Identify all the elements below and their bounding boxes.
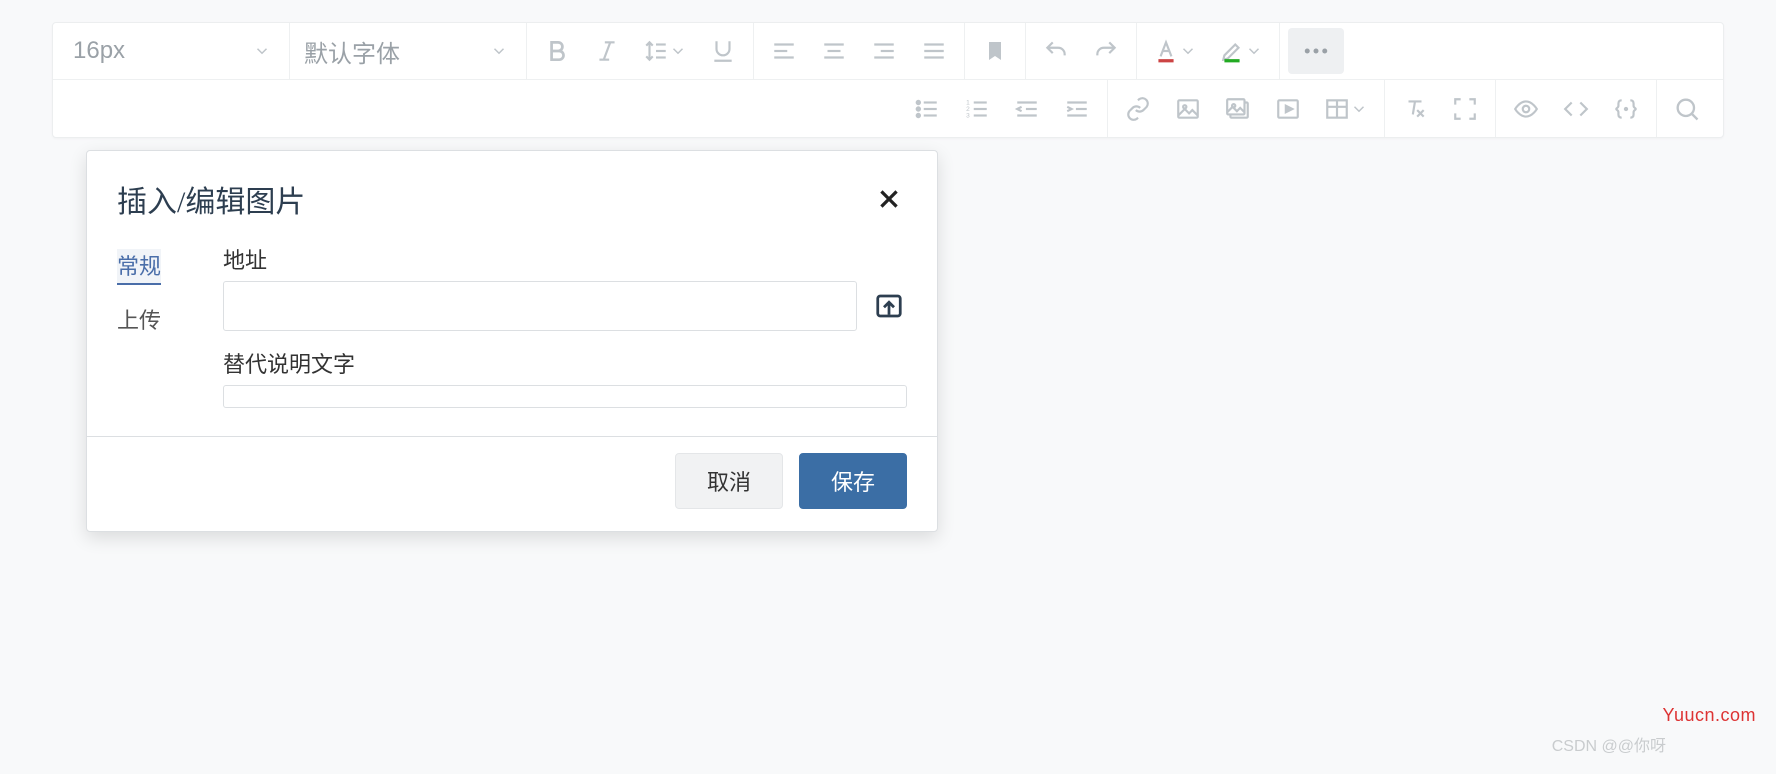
video-icon bbox=[1275, 96, 1301, 122]
highlight-color-button[interactable] bbox=[1211, 29, 1271, 73]
chevron-down-icon bbox=[669, 42, 687, 60]
search-icon bbox=[1673, 95, 1701, 123]
line-height-icon bbox=[643, 38, 669, 64]
chevron-down-icon bbox=[1179, 42, 1197, 60]
cancel-button[interactable]: 取消 bbox=[675, 453, 783, 509]
chevron-down-icon bbox=[253, 42, 271, 60]
clear-format-icon bbox=[1401, 96, 1429, 122]
dialog-close-button[interactable] bbox=[871, 181, 907, 217]
underline-button[interactable] bbox=[701, 29, 745, 73]
gallery-button[interactable] bbox=[1216, 87, 1260, 131]
link-button[interactable] bbox=[1116, 87, 1160, 131]
editor-toolbar: 16px 默认字体 bbox=[52, 22, 1724, 138]
upload-icon bbox=[873, 291, 905, 321]
bullet-list-button[interactable] bbox=[905, 87, 949, 131]
align-center-icon bbox=[821, 38, 847, 64]
bold-icon bbox=[544, 38, 570, 64]
tab-upload[interactable]: 上传 bbox=[117, 303, 161, 337]
text-color-icon bbox=[1153, 38, 1179, 64]
italic-button[interactable] bbox=[585, 29, 629, 73]
chevron-down-icon bbox=[1245, 42, 1263, 60]
fullscreen-button[interactable] bbox=[1443, 87, 1487, 131]
chevron-down-icon bbox=[490, 42, 508, 60]
align-right-button[interactable] bbox=[862, 29, 906, 73]
table-button[interactable] bbox=[1316, 87, 1376, 131]
table-icon bbox=[1324, 96, 1350, 122]
font-family-value: 默认字体 bbox=[304, 34, 400, 69]
image-icon bbox=[1175, 96, 1201, 122]
braces-icon bbox=[1612, 96, 1640, 122]
font-size-select[interactable]: 16px bbox=[67, 29, 281, 73]
align-left-icon bbox=[771, 38, 797, 64]
align-center-button[interactable] bbox=[812, 29, 856, 73]
browse-image-button[interactable] bbox=[871, 288, 907, 324]
image-url-input[interactable] bbox=[223, 281, 857, 331]
align-left-button[interactable] bbox=[762, 29, 806, 73]
underline-icon bbox=[710, 38, 736, 64]
numbered-list-icon: 123 bbox=[964, 96, 990, 122]
dialog-title: 插入/编辑图片 bbox=[117, 177, 305, 221]
redo-icon bbox=[1092, 38, 1120, 64]
search-button[interactable] bbox=[1665, 87, 1709, 131]
numbered-list-button[interactable]: 123 bbox=[955, 87, 999, 131]
clear-format-button[interactable] bbox=[1393, 87, 1437, 131]
outdent-button[interactable] bbox=[1005, 87, 1049, 131]
indent-icon bbox=[1064, 96, 1090, 122]
align-right-icon bbox=[871, 38, 897, 64]
italic-icon bbox=[594, 38, 620, 64]
url-label: 地址 bbox=[223, 243, 907, 275]
close-icon bbox=[876, 186, 902, 212]
gallery-icon bbox=[1224, 96, 1252, 122]
redo-button[interactable] bbox=[1084, 29, 1128, 73]
preview-button[interactable] bbox=[1504, 87, 1548, 131]
font-size-value: 16px bbox=[73, 37, 125, 65]
template-button[interactable] bbox=[1604, 87, 1648, 131]
text-color-button[interactable] bbox=[1145, 29, 1205, 73]
tab-general[interactable]: 常规 bbox=[117, 249, 161, 285]
outdent-icon bbox=[1014, 96, 1040, 122]
more-horizontal-icon bbox=[1301, 36, 1331, 66]
bookmark-button[interactable] bbox=[973, 29, 1017, 73]
insert-image-dialog: 插入/编辑图片 常规 上传 地址 bbox=[86, 150, 938, 532]
insert-image-button[interactable] bbox=[1166, 87, 1210, 131]
image-alt-input[interactable] bbox=[223, 385, 907, 408]
credit-watermark: CSDN @@你呀 bbox=[1552, 732, 1666, 756]
bold-button[interactable] bbox=[535, 29, 579, 73]
align-justify-button[interactable] bbox=[912, 29, 956, 73]
code-icon bbox=[1561, 96, 1591, 122]
save-button[interactable]: 保存 bbox=[799, 453, 907, 509]
undo-icon bbox=[1042, 38, 1070, 64]
video-button[interactable] bbox=[1266, 87, 1310, 131]
link-icon bbox=[1125, 96, 1151, 122]
undo-button[interactable] bbox=[1034, 29, 1078, 73]
bullet-list-icon bbox=[914, 96, 940, 122]
chevron-down-icon bbox=[1350, 100, 1368, 118]
line-height-button[interactable] bbox=[635, 29, 695, 73]
alt-label: 替代说明文字 bbox=[223, 347, 907, 379]
bookmark-icon bbox=[983, 38, 1007, 64]
font-family-select[interactable]: 默认字体 bbox=[298, 29, 518, 73]
dialog-tabs: 常规 上传 bbox=[117, 243, 195, 408]
overflow-menu-button[interactable] bbox=[1288, 28, 1344, 74]
fullscreen-icon bbox=[1452, 96, 1478, 122]
eye-icon bbox=[1511, 96, 1541, 122]
svg-text:3: 3 bbox=[966, 112, 970, 119]
site-watermark: Yuucn.com bbox=[1662, 705, 1756, 726]
code-view-button[interactable] bbox=[1554, 87, 1598, 131]
indent-button[interactable] bbox=[1055, 87, 1099, 131]
highlight-icon bbox=[1219, 38, 1245, 64]
align-justify-icon bbox=[921, 38, 947, 64]
